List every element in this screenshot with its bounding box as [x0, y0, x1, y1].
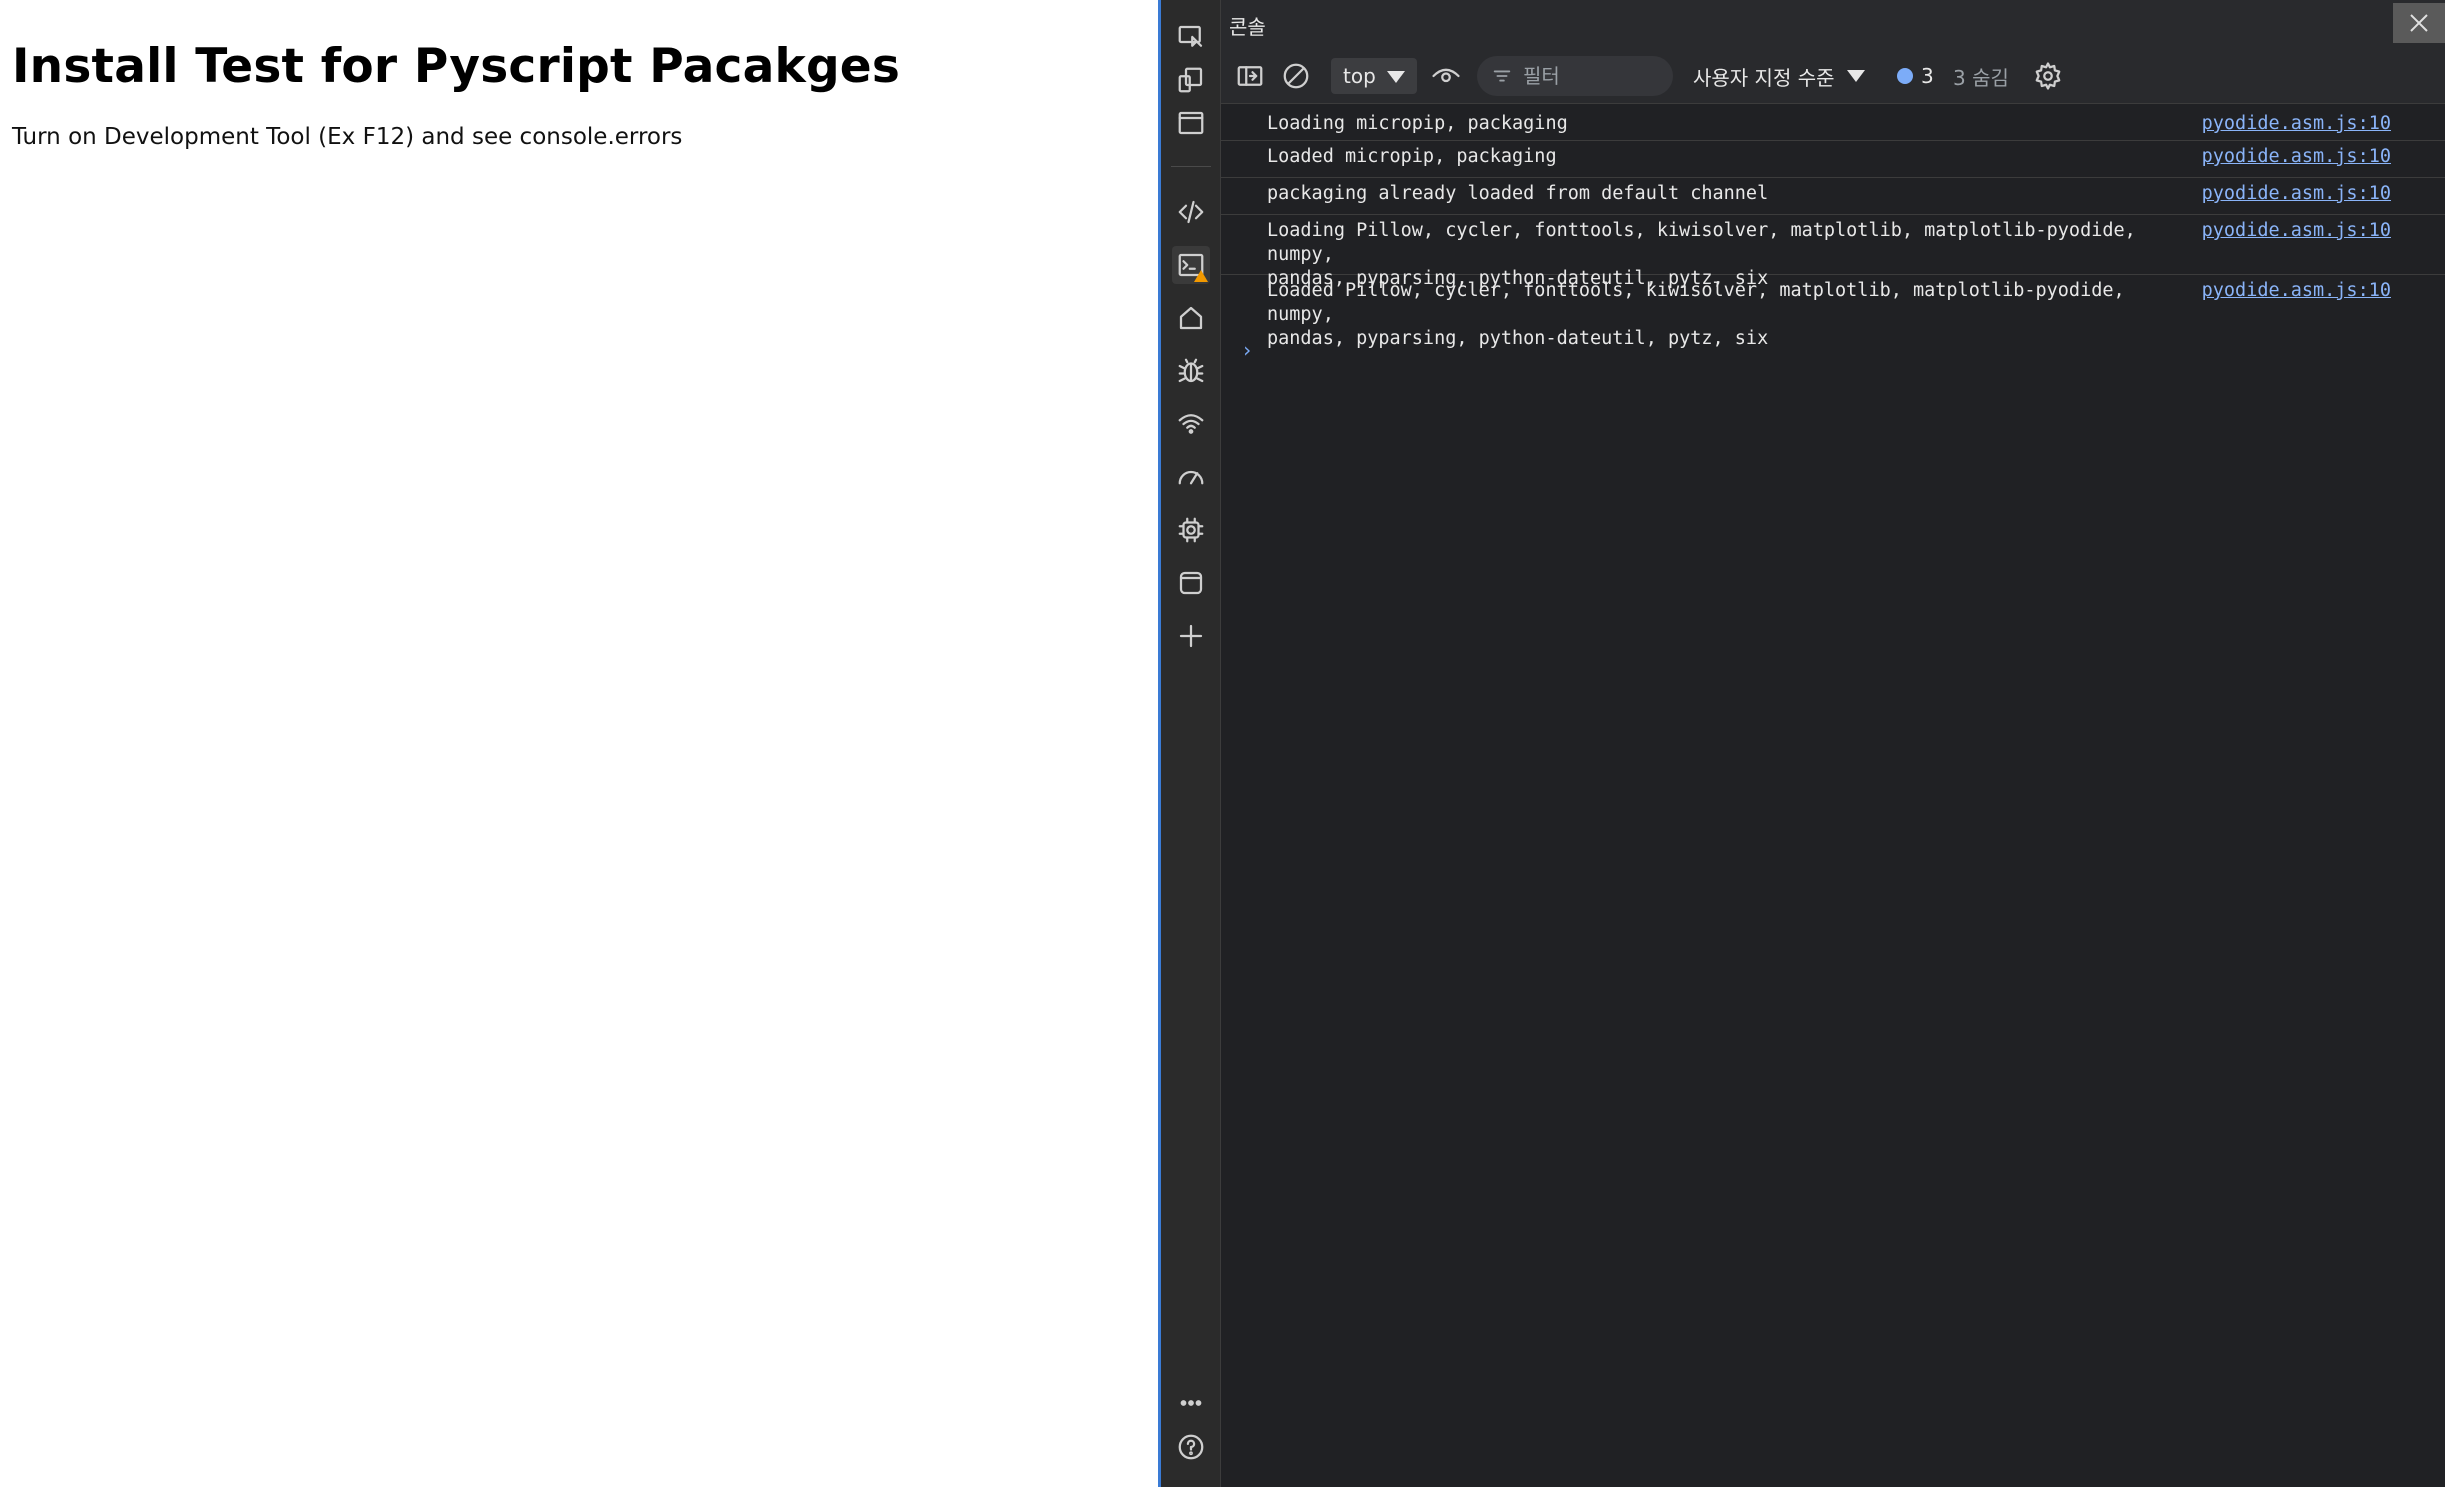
network-wifi-icon[interactable] — [1172, 405, 1210, 443]
message-count: 3 — [1921, 64, 1934, 88]
log-level-label: 사용자 지정 수준 — [1693, 65, 1835, 90]
hidden-count-label: 3 숨김 — [1953, 65, 2009, 90]
console-panel: 콘솔 top 필터 사용자 지정 수준 3 3 숨김 Loading micro… — [1221, 0, 2445, 1487]
inspect-icon[interactable] — [1172, 18, 1210, 56]
page-heading: Install Test for Pyscript Pacakges — [12, 39, 901, 94]
more-tools-icon[interactable] — [1172, 1384, 1210, 1422]
device-emulation-icon[interactable] — [1172, 61, 1210, 99]
gear-icon — [2035, 62, 2061, 90]
devtools-activity-bar — [1161, 0, 1221, 1487]
filter-input[interactable] — [1523, 64, 1673, 88]
message-count-badge[interactable]: 3 — [1897, 48, 1934, 104]
sidebar-toggle-icon — [1237, 66, 1263, 86]
sources-bug-icon[interactable] — [1172, 352, 1210, 390]
console-message: Loading Pillow, cycler, fonttools, kiwis… — [1221, 215, 2445, 289]
console-message: Loaded Pillow, cycler, fonttools, kiwiso… — [1221, 275, 2445, 349]
activity-separator — [1171, 166, 1211, 167]
filter-input-box[interactable] — [1477, 56, 1673, 96]
console-message: Loaded micropip, packaging pyodide.asm.j… — [1221, 141, 2445, 178]
message-source-link[interactable]: pyodide.asm.js:10 — [2202, 279, 2391, 303]
chevron-down-icon — [1387, 71, 1405, 83]
live-expression-button[interactable] — [1431, 48, 1461, 104]
console-prompt-input[interactable] — [1267, 334, 2167, 364]
console-prompt-chevron-icon: › — [1241, 338, 1254, 362]
message-source-link[interactable]: pyodide.asm.js:10 — [2202, 145, 2391, 169]
message-text: packaging already loaded from default ch… — [1267, 183, 1769, 204]
screen: Install Test for Pyscript Pacakges Turn … — [0, 0, 2445, 1487]
performance-icon[interactable] — [1172, 458, 1210, 496]
context-value: top — [1343, 64, 1376, 88]
context-select[interactable]: top — [1331, 58, 1417, 94]
console-settings-button[interactable] — [2033, 48, 2063, 104]
console-message: Loading micropip, packaging pyodide.asm.… — [1221, 108, 2445, 141]
message-source-link[interactable]: pyodide.asm.js:10 — [2202, 112, 2391, 136]
memory-chip-icon[interactable] — [1172, 511, 1210, 549]
console-toolbar: top 사용자 지정 수준 3 3 숨김 — [1221, 48, 2445, 104]
panel-titlebar: 콘솔 — [1221, 0, 2445, 48]
elements-icon[interactable] — [1172, 193, 1210, 231]
toggle-sidebar-button[interactable] — [1235, 48, 1265, 104]
add-tool-icon[interactable] — [1172, 617, 1210, 655]
console-messages: Loading micropip, packaging pyodide.asm.… — [1221, 104, 2445, 1487]
close-icon — [2410, 14, 2428, 32]
message-source-link[interactable]: pyodide.asm.js:10 — [2202, 219, 2391, 243]
warning-badge-icon — [1194, 270, 1208, 282]
devtools-pane: 콘솔 top 필터 사용자 지정 수준 3 3 숨김 Loading micro… — [1161, 0, 2445, 1487]
page-description: Turn on Development Tool (Ex F12) and se… — [12, 124, 683, 150]
application-icon[interactable] — [1172, 564, 1210, 602]
message-bubble-icon — [1897, 68, 1913, 84]
dock-icon[interactable] — [1172, 104, 1210, 142]
clear-icon — [1283, 63, 1309, 89]
web-page: Install Test for Pyscript Pacakges Turn … — [0, 0, 1161, 1487]
log-level-select[interactable]: 사용자 지정 수준 — [1693, 48, 1865, 104]
message-source-link[interactable]: pyodide.asm.js:10 — [2202, 182, 2391, 206]
console-message: packaging already loaded from default ch… — [1221, 178, 2445, 215]
console-icon[interactable] — [1172, 246, 1210, 284]
filter-icon — [1493, 70, 1511, 82]
clear-console-button[interactable] — [1281, 48, 1311, 104]
message-text: Loading micropip, packaging — [1267, 113, 1568, 134]
eye-icon — [1432, 68, 1460, 83]
chevron-down-icon — [1846, 70, 1865, 82]
welcome-home-icon[interactable] — [1172, 299, 1210, 337]
message-text: Loaded micropip, packaging — [1267, 146, 1557, 167]
close-devtools-button[interactable] — [2393, 3, 2445, 43]
panel-title: 콘솔 — [1229, 15, 1266, 39]
help-icon[interactable] — [1172, 1428, 1210, 1466]
